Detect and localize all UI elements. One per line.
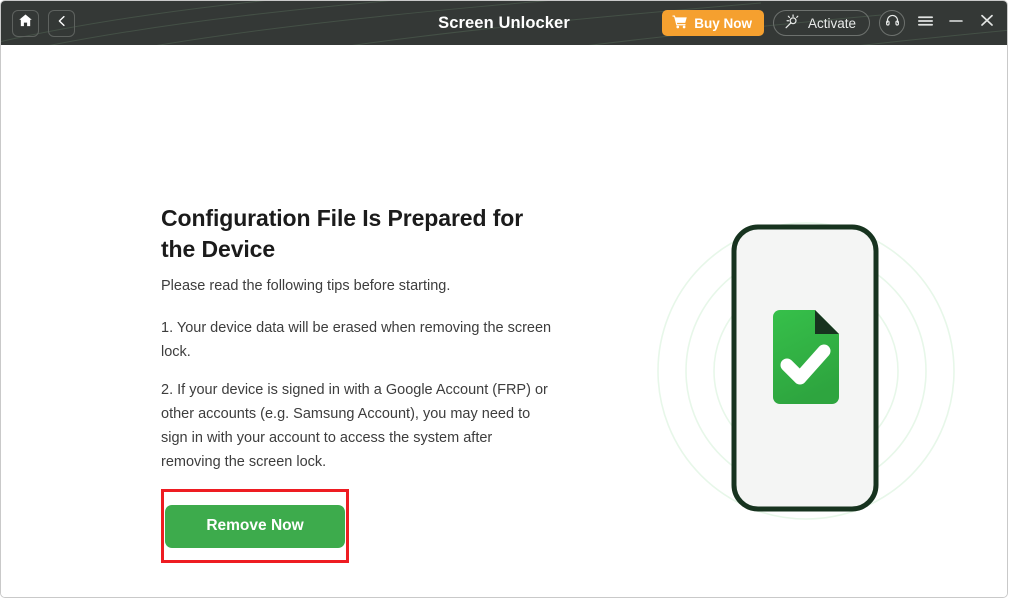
magic-wand-icon: [784, 13, 801, 33]
minimize-icon: [948, 14, 964, 33]
titlebar: Screen Unlocker Buy Now Activate: [1, 1, 1007, 45]
chevron-left-icon: [55, 14, 69, 33]
buy-now-button[interactable]: Buy Now: [662, 10, 764, 36]
support-button[interactable]: [879, 10, 905, 36]
headline: Configuration File Is Prepared for the D…: [161, 205, 524, 262]
tip-item-1: 1. Your device data will be erased when …: [161, 320, 552, 361]
back-button[interactable]: [48, 9, 75, 37]
menu-button[interactable]: [914, 10, 936, 36]
illustration: [651, 213, 961, 533]
headset-icon: [885, 13, 900, 33]
buy-now-label: Buy Now: [694, 15, 752, 31]
activate-button[interactable]: Activate: [772, 10, 870, 36]
main-content: Configuration File Is Prepared for the D…: [1, 45, 1007, 597]
subtitle: Please read the following tips before st…: [161, 278, 451, 295]
activate-label: Activate: [807, 15, 856, 31]
close-icon: [979, 13, 995, 33]
tip-item-2: 2. If your device is signed in with a Go…: [161, 382, 548, 471]
minimize-button[interactable]: [945, 10, 967, 36]
titlebar-left-controls: [1, 9, 75, 37]
document-check-icon: [773, 310, 839, 404]
titlebar-right-controls: Buy Now Activate: [662, 1, 998, 45]
home-button[interactable]: [12, 9, 39, 37]
home-icon: [18, 13, 33, 33]
remove-now-area: Remove Now: [161, 488, 349, 563]
close-button[interactable]: [976, 10, 998, 36]
page-title: Screen Unlocker: [438, 13, 570, 32]
remove-now-label: Remove Now: [206, 517, 304, 535]
remove-now-button[interactable]: Remove Now: [165, 504, 345, 548]
hamburger-menu-icon: [917, 14, 934, 33]
instructions-pane: Configuration File Is Prepared for the D…: [161, 203, 556, 563]
shopping-cart-icon: [672, 14, 688, 32]
app-window: Screen Unlocker Buy Now Activate Configu…: [0, 0, 1008, 598]
